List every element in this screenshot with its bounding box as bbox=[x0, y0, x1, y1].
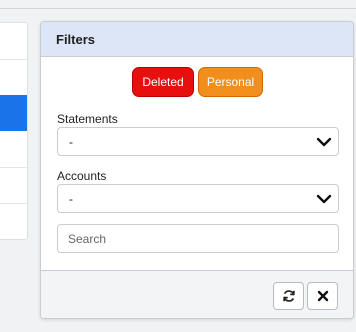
deleted-tag[interactable]: Deleted bbox=[132, 67, 194, 97]
refresh-button[interactable] bbox=[273, 282, 304, 310]
statements-label: Statements bbox=[57, 112, 118, 126]
accounts-value: - bbox=[69, 192, 73, 206]
personal-tag[interactable]: Personal bbox=[198, 67, 263, 97]
statements-value: - bbox=[69, 135, 73, 149]
statements-select[interactable]: - bbox=[57, 127, 339, 156]
filters-panel: Filters Deleted Personal Statements - Ac… bbox=[40, 21, 354, 319]
chevron-down-icon bbox=[316, 194, 332, 204]
panel-footer bbox=[41, 270, 353, 318]
accounts-select[interactable]: - bbox=[57, 184, 339, 213]
top-divider bbox=[0, 8, 356, 9]
close-icon bbox=[317, 290, 328, 302]
close-button[interactable] bbox=[307, 282, 338, 310]
list-item-selected[interactable] bbox=[0, 95, 27, 131]
tag-group: Deleted Personal bbox=[132, 67, 263, 97]
left-list-panel bbox=[0, 22, 28, 240]
chevron-down-icon bbox=[316, 137, 332, 147]
list-divider bbox=[0, 59, 27, 60]
refresh-icon bbox=[282, 290, 295, 302]
search-input[interactable] bbox=[57, 224, 339, 253]
list-divider bbox=[0, 167, 27, 168]
panel-body: Deleted Personal Statements - Accounts - bbox=[41, 57, 353, 272]
list-divider bbox=[0, 203, 27, 204]
panel-title: Filters bbox=[41, 22, 353, 57]
accounts-label: Accounts bbox=[57, 169, 107, 183]
